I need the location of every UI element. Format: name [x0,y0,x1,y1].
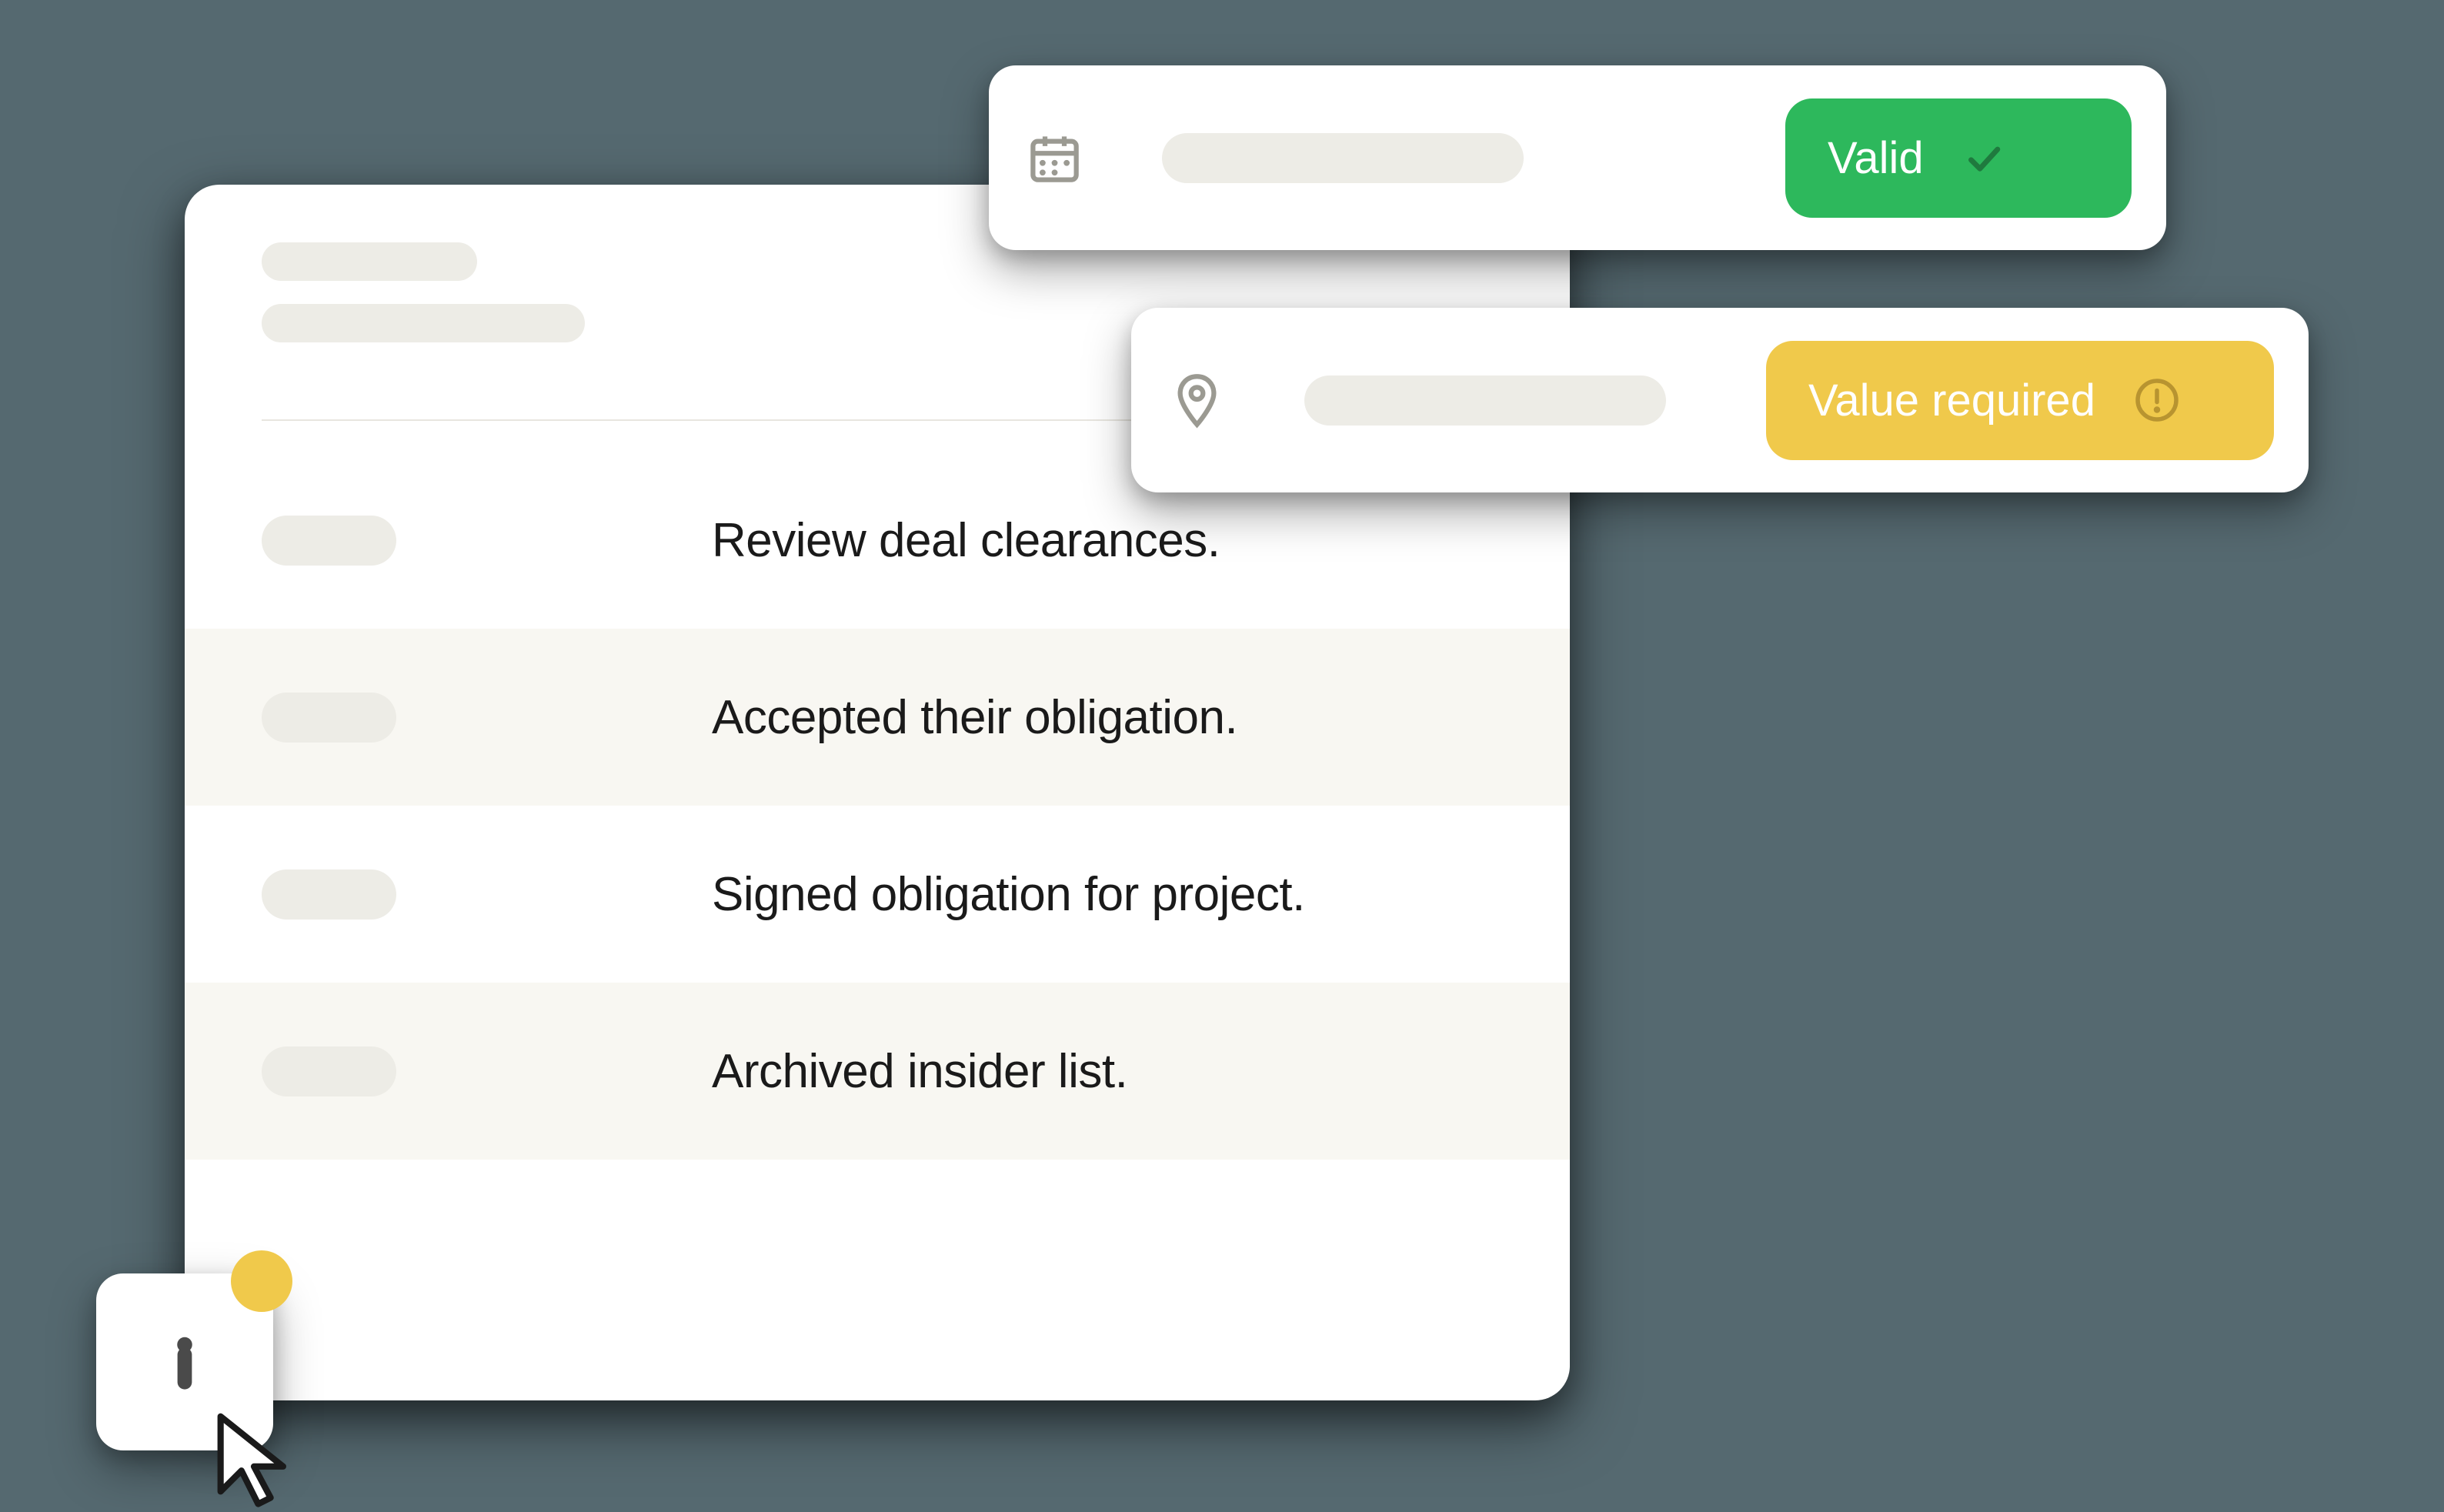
cursor-pointer-icon [204,1408,304,1508]
status-badge-valid: Valid [1785,98,2132,218]
calendar-icon [1023,127,1085,189]
row-badge-placeholder [262,693,396,743]
notification-dot [231,1250,292,1312]
row-badge-placeholder [262,1046,396,1096]
list-item[interactable]: Archived insider list. [185,983,1570,1160]
list-item-text: Signed obligation for project. [712,867,1305,922]
activity-list: Review deal clearances. Accepted their o… [185,452,1570,1160]
list-item-text: Accepted their obligation. [712,690,1237,745]
row-badge-placeholder [262,516,396,566]
field-value-placeholder [1304,375,1666,426]
status-label: Value required [1808,375,2095,426]
list-item[interactable]: Signed obligation for project. [185,806,1570,983]
validation-card-date: Valid [989,65,2166,250]
check-icon [1962,137,2005,179]
row-badge-placeholder [262,869,396,920]
subtitle-placeholder [262,304,585,342]
exclamation-icon [150,1327,219,1397]
warning-circle-icon [2134,377,2180,423]
location-pin-icon [1166,369,1227,431]
validation-card-location: Value required [1131,308,2309,492]
status-label: Valid [1828,132,1924,184]
field-value-placeholder [1162,133,1524,183]
list-item-text: Review deal clearances. [712,513,1220,568]
list-item-text: Archived insider list. [712,1044,1127,1099]
list-item[interactable]: Accepted their obligation. [185,629,1570,806]
title-placeholder [262,242,477,281]
status-badge-required: Value required [1766,341,2274,460]
